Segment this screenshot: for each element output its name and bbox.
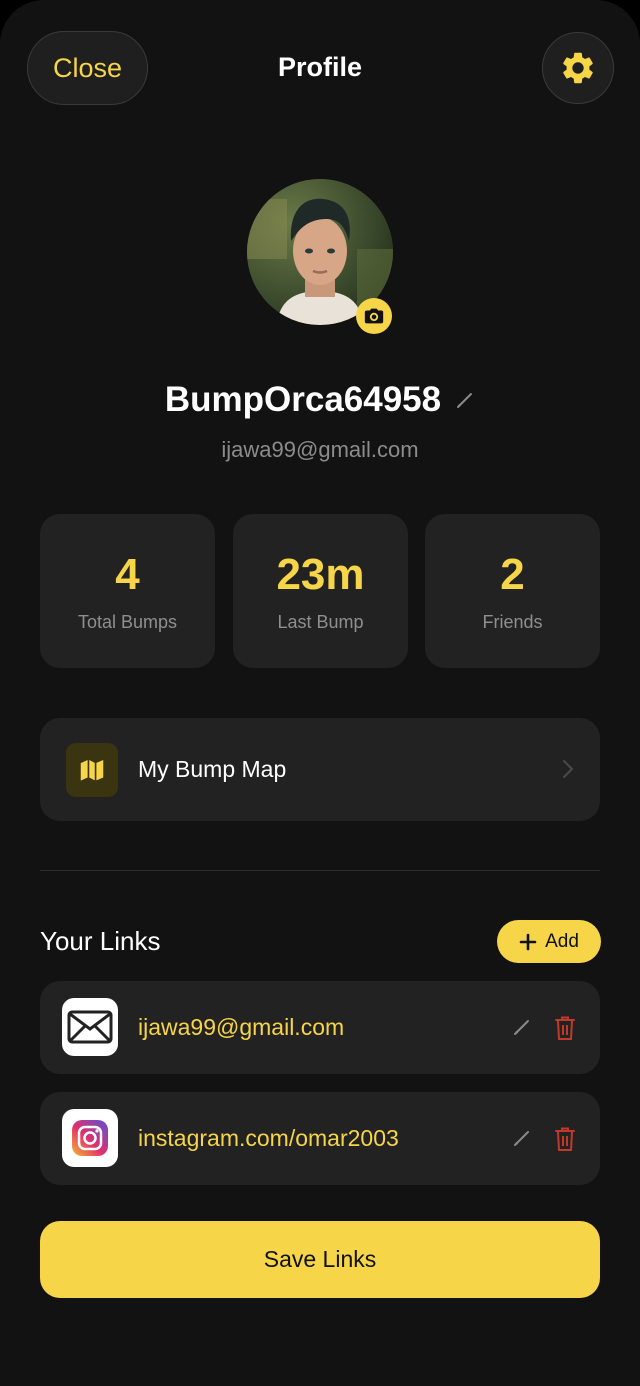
chevron-right-icon bbox=[563, 760, 574, 778]
stat-value: 4 bbox=[115, 550, 140, 599]
stat-label: Last Bump bbox=[277, 612, 364, 632]
link-row-instagram[interactable]: instagram.com/omar2003 bbox=[40, 1092, 600, 1185]
stat-friends: 2 Friends bbox=[425, 514, 600, 668]
link-text: ijawa99@gmail.com bbox=[138, 1014, 345, 1040]
stat-total-bumps: 4 Total Bumps bbox=[40, 514, 215, 668]
map-label: My Bump Map bbox=[138, 756, 287, 782]
map-icon bbox=[80, 760, 104, 781]
my-bump-map-row[interactable]: My Bump Map bbox=[40, 718, 600, 821]
link-row-email[interactable]: ijawa99@gmail.com bbox=[40, 981, 600, 1074]
save-links-button[interactable]: Save Links bbox=[40, 1221, 600, 1298]
profile-screen: Close Profile BumpOrca64958 ijawa99@gmai… bbox=[0, 0, 640, 1386]
settings-button[interactable] bbox=[542, 32, 614, 104]
profile-email: ijawa99@gmail.com bbox=[221, 437, 419, 462]
divider bbox=[40, 870, 600, 871]
edit-link-icon[interactable] bbox=[512, 1128, 532, 1148]
edit-link-icon[interactable] bbox=[512, 1017, 532, 1037]
instagram-icon bbox=[62, 1109, 118, 1167]
camera-icon bbox=[364, 308, 384, 324]
delete-link-icon[interactable] bbox=[554, 1015, 576, 1041]
plus-icon bbox=[519, 933, 537, 950]
stat-value: 23m bbox=[276, 550, 365, 599]
change-photo-button[interactable] bbox=[356, 298, 392, 334]
stat-label: Friends bbox=[482, 612, 543, 632]
add-link-label: Add bbox=[545, 930, 579, 952]
delete-link-icon[interactable] bbox=[554, 1126, 576, 1152]
links-heading: Your Links bbox=[40, 926, 161, 956]
gear-icon bbox=[563, 52, 593, 84]
map-icon-box bbox=[66, 743, 118, 797]
username: BumpOrca64958 bbox=[164, 380, 442, 419]
stat-last-bump: 23m Last Bump bbox=[233, 514, 408, 668]
add-link-button[interactable]: Add bbox=[497, 920, 601, 963]
mail-icon bbox=[62, 998, 118, 1056]
username-row: BumpOrca64958 bbox=[0, 380, 640, 420]
edit-username-icon[interactable] bbox=[455, 390, 475, 410]
stat-value: 2 bbox=[500, 550, 525, 599]
stat-label: Total Bumps bbox=[77, 612, 178, 632]
link-text: instagram.com/omar2003 bbox=[138, 1125, 399, 1151]
